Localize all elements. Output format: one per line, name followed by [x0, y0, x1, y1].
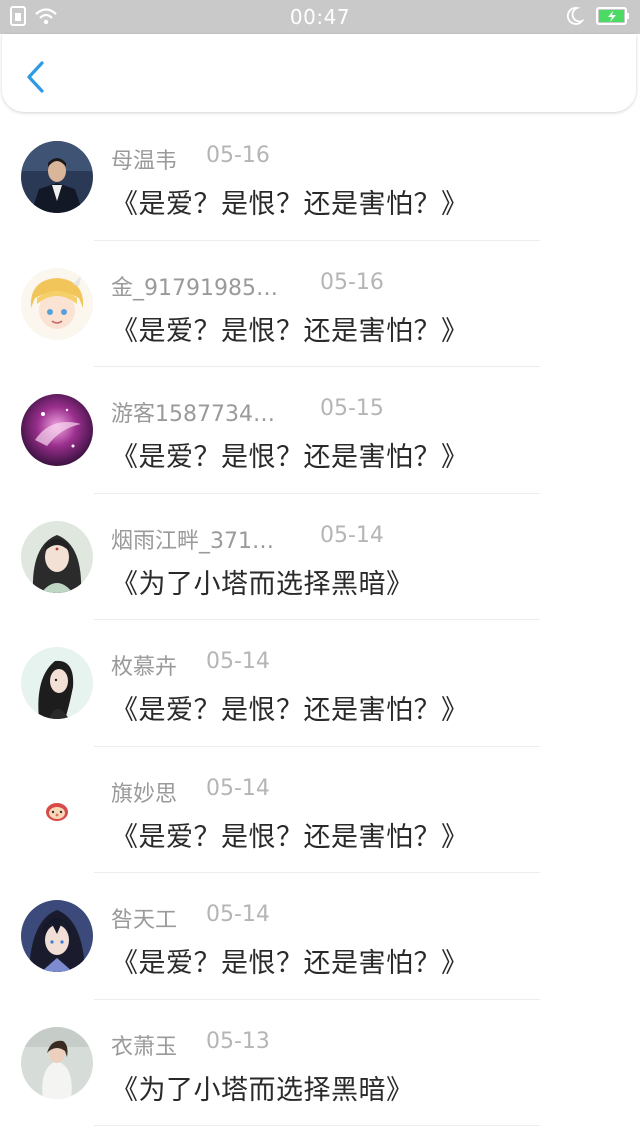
- divider: [94, 1125, 540, 1126]
- username[interactable]: 咎天工: [111, 902, 177, 934]
- avatar[interactable]: [21, 900, 93, 972]
- comment-text: 《是爱？是恨？还是害怕？》: [111, 948, 469, 979]
- username[interactable]: 枚慕卉: [111, 649, 177, 681]
- comment-text: 《是爱？是恨？还是害怕？》: [111, 315, 469, 347]
- comment-meta: 游客1587734… 05-15: [111, 396, 384, 428]
- comment-date: 05-14: [206, 649, 270, 674]
- status-time: 00:47: [289, 5, 351, 29]
- comment-text: 《是爱？是恨？还是害怕？》: [111, 821, 469, 853]
- comment-date: 05-16: [206, 143, 270, 168]
- comment-date: 05-16: [320, 269, 384, 295]
- battery-charging-icon: [596, 6, 630, 30]
- list-item[interactable]: 枚慕卉 05-14 《是爱？是恨？还是害怕？》: [0, 620, 640, 747]
- comment-date: 05-15: [320, 396, 384, 421]
- comment-meta: 旗妙思 05-14: [111, 776, 270, 808]
- list-item[interactable]: 烟雨江畔_371… 05-14 《为了小塔而选择黑暗》: [0, 494, 640, 620]
- comment-text: 《为了小塔而选择黑暗》: [111, 1074, 414, 1106]
- comment-list: 母温韦 05-16 《是爱？是恨？还是害怕？》 金_91791985… 05-1…: [0, 114, 640, 1126]
- username[interactable]: 母温韦: [111, 143, 177, 175]
- list-item[interactable]: 咎天工 05-14 《是爱？是恨？还是害怕？》: [0, 873, 640, 1000]
- comment-meta: 咎天工 05-14: [111, 902, 270, 934]
- status-right-icons: [566, 6, 630, 30]
- username[interactable]: 游客1587734…: [111, 396, 275, 428]
- list-item[interactable]: 母温韦 05-16 《是爱？是恨？还是害怕？》: [0, 114, 640, 241]
- comment-date: 05-14: [206, 775, 270, 801]
- comment-text: 《为了小塔而选择黑暗》: [111, 568, 414, 600]
- list-item[interactable]: 衣萧玉 05-13 《为了小塔而选择黑暗》: [0, 1000, 640, 1126]
- comment-date: 05-13: [206, 1028, 270, 1054]
- list-item[interactable]: 金_91791985… 05-16 《是爱？是恨？还是害怕？》: [0, 241, 640, 367]
- avatar[interactable]: [21, 520, 93, 593]
- username[interactable]: 旗妙思: [111, 776, 177, 808]
- comment-meta: 衣萧玉 05-13: [111, 1029, 270, 1061]
- chevron-left-icon: [27, 61, 44, 93]
- comment-meta: 母温韦 05-16: [111, 143, 270, 175]
- avatar[interactable]: [21, 1026, 93, 1099]
- back-button[interactable]: [22, 60, 52, 94]
- avatar[interactable]: [21, 647, 93, 719]
- comment-date: 05-14: [206, 902, 270, 927]
- nav-bar: [2, 34, 636, 112]
- username[interactable]: 烟雨江畔_371…: [111, 523, 274, 555]
- avatar[interactable]: [21, 267, 93, 340]
- comment-meta: 枚慕卉 05-14: [111, 649, 270, 681]
- username[interactable]: 衣萧玉: [111, 1029, 177, 1061]
- comment-text: 《是爱？是恨？还是害怕？》: [111, 695, 469, 726]
- list-item[interactable]: 旗妙思 05-14 《是爱？是恨？还是害怕？》: [0, 747, 640, 873]
- moon-icon: [566, 6, 585, 30]
- status-bar: 00:47: [0, 0, 640, 34]
- avatar[interactable]: [21, 141, 93, 213]
- comment-text: 《是爱？是恨？还是害怕？》: [111, 442, 469, 473]
- username[interactable]: 金_91791985…: [111, 270, 278, 302]
- comment-text: 《是爱？是恨？还是害怕？》: [111, 189, 469, 220]
- list-item[interactable]: 游客1587734… 05-15 《是爱？是恨？还是害怕？》: [0, 367, 640, 494]
- comment-date: 05-14: [320, 522, 384, 548]
- avatar[interactable]: [21, 394, 93, 466]
- avatar[interactable]: [21, 773, 93, 846]
- comment-meta: 金_91791985… 05-16: [111, 270, 384, 302]
- comment-meta: 烟雨江畔_371… 05-14: [111, 523, 384, 555]
